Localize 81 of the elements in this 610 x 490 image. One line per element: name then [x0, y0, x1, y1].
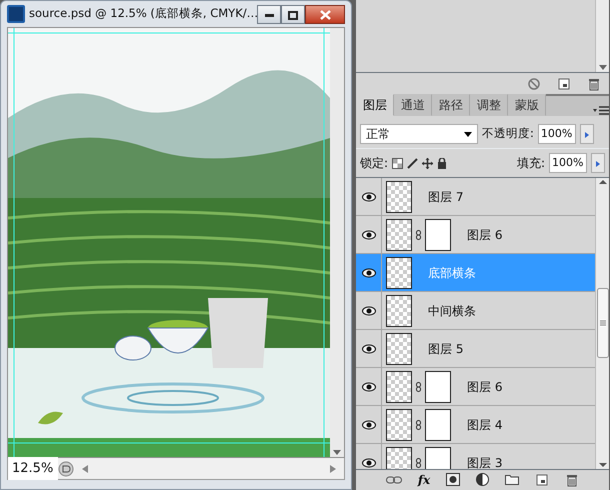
status-menu-icon[interactable]: [58, 460, 74, 476]
layer-name: 图层 3: [467, 454, 502, 469]
mask-icon[interactable]: [446, 473, 460, 486]
scroll-left-arrow-icon[interactable]: [82, 464, 88, 472]
right-arrow-icon: [596, 160, 600, 167]
panel-tab[interactable]: 调整: [470, 94, 508, 116]
opacity-field[interactable]: 100%: [538, 124, 576, 144]
opacity-label: 不透明度:: [482, 125, 534, 142]
scroll-up-arrow-icon[interactable]: [598, 178, 608, 186]
maximize-icon: [288, 10, 298, 20]
eye-icon[interactable]: [362, 268, 376, 278]
eye-icon[interactable]: [362, 306, 376, 316]
layer-thumbnail: [386, 218, 412, 250]
opacity-arrow-button[interactable]: [580, 124, 594, 144]
adjustment-icon[interactable]: [476, 473, 490, 486]
layer-row[interactable]: 图层 4: [356, 406, 595, 444]
layer-row[interactable]: 图层 5: [356, 330, 595, 368]
scroll-right-arrow-icon[interactable]: [330, 464, 336, 472]
layer-name: 图层 7: [428, 188, 464, 206]
layer-row[interactable]: 中间横条: [356, 292, 595, 330]
layer-mask-thumbnail: [425, 446, 451, 469]
layer-row[interactable]: 图层 6: [356, 368, 595, 406]
layer-effects-button[interactable]: fx: [418, 470, 430, 489]
panel-tab[interactable]: 蒙版: [508, 94, 546, 116]
layer-mask-thumbnail: [425, 218, 451, 250]
eye-icon[interactable]: [362, 382, 376, 392]
fill-label: 填充:: [516, 155, 545, 172]
close-button[interactable]: [305, 4, 345, 24]
panel-tab[interactable]: 路径: [432, 94, 470, 116]
lock-transparency-icon[interactable]: [392, 158, 404, 168]
maximize-button[interactable]: [281, 4, 305, 24]
layer-thumbnail: [386, 294, 412, 326]
folder-icon[interactable]: [505, 474, 520, 486]
brush-icon[interactable]: [407, 158, 418, 168]
layer-name: 图层 6: [467, 226, 502, 244]
minimize-icon: [264, 14, 274, 17]
new-layer-icon[interactable]: [535, 472, 550, 487]
eye-icon[interactable]: [362, 192, 376, 202]
dropdown-arrow-icon: [464, 132, 472, 136]
right-arrow-icon: [584, 132, 589, 138]
scrollbar-thumb[interactable]: [596, 288, 608, 358]
layer-row[interactable]: 图层 7: [356, 178, 595, 216]
blend-mode-dropdown[interactable]: 正常: [360, 124, 478, 144]
fill-arrow-button[interactable]: [591, 153, 605, 173]
close-icon: [320, 10, 330, 20]
eye-icon[interactable]: [362, 420, 376, 430]
layer-thumbnail: [386, 370, 412, 402]
layer-mask-thumbnail: [425, 370, 451, 402]
layer-thumbnail: [386, 408, 412, 440]
scroll-down-arrow-icon[interactable]: [598, 460, 608, 469]
lock-icon[interactable]: [437, 158, 448, 168]
no-entry-icon[interactable]: [527, 76, 541, 90]
layer-name: 图层 5: [428, 340, 464, 358]
fill-field[interactable]: 100%: [549, 153, 587, 173]
layer-name: 中间横条: [428, 302, 476, 320]
scroll-down-arrow-icon[interactable]: [330, 447, 344, 457]
zoom-level: 12.5%: [8, 456, 58, 480]
eye-icon[interactable]: [362, 344, 376, 354]
layer-thumbnail: [386, 180, 412, 212]
layer-thumbnail: [386, 332, 412, 364]
link-icon[interactable]: [386, 476, 402, 484]
eye-icon[interactable]: [362, 230, 376, 240]
panel-menu-icon[interactable]: [593, 106, 609, 116]
panel-tab[interactable]: 通道: [394, 94, 432, 116]
trash-icon[interactable]: [565, 472, 580, 487]
layer-thumbnail: [386, 446, 412, 469]
layer-name: 图层 4: [467, 416, 502, 434]
minimize-button[interactable]: [257, 4, 281, 24]
lock-label: 锁定:: [360, 155, 388, 172]
move-icon[interactable]: [422, 158, 434, 168]
trash-icon[interactable]: [587, 76, 601, 90]
layer-row[interactable]: 图层 6: [356, 216, 595, 254]
eye-icon[interactable]: [362, 458, 376, 468]
layer-name: 底部横条: [428, 264, 476, 282]
layer-name: 图层 6: [467, 378, 502, 396]
new-document-icon[interactable]: [557, 76, 571, 90]
layer-thumbnail: [386, 256, 412, 288]
layer-mask-thumbnail: [425, 408, 451, 440]
panel-tab[interactable]: 图层: [356, 94, 394, 116]
photoshop-app-icon: [7, 5, 25, 23]
scroll-down-arrow-icon[interactable]: [596, 62, 610, 72]
